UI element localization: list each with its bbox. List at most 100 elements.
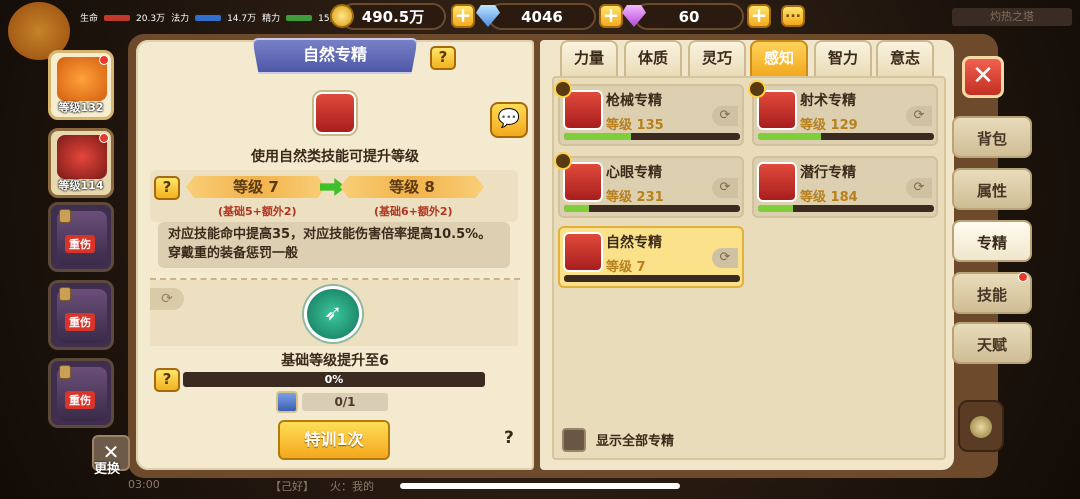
crown-icon bbox=[748, 80, 766, 98]
info-question-icon[interactable]: ? bbox=[504, 428, 514, 448]
game-scene: 生命 20.3万 法力 14.7万 精力 15家 490.5万 + 4046 + 60… bbox=[0, 0, 1080, 499]
injured-tag: 重伤 bbox=[65, 391, 95, 409]
tab-1[interactable]: 体质 bbox=[624, 40, 682, 76]
spec-progress-fill bbox=[564, 133, 631, 140]
spec-name: 射术专精 bbox=[800, 93, 856, 109]
side-tab-label: 技能 bbox=[976, 286, 1007, 304]
spec-level: 等级 7 bbox=[606, 260, 646, 275]
crown-icon bbox=[554, 80, 572, 98]
add-diamond-button[interactable]: + bbox=[599, 4, 623, 28]
help-button[interactable]: ? bbox=[430, 46, 456, 70]
spec-card[interactable]: 潜行专精 等级 184 ⟳ bbox=[752, 156, 938, 218]
locked-hero-card-1[interactable]: 重伤 bbox=[48, 202, 114, 272]
bottom-time: 03:00 bbox=[128, 478, 160, 491]
side-tab-label: 天赋 bbox=[976, 336, 1007, 354]
hero-level: 等级132 bbox=[58, 101, 104, 114]
spec-card[interactable]: 自然专精等级 7 ⟳ bbox=[558, 226, 744, 288]
spec-description: 对应技能命中提高35，对应技能伤害倍率提高10.5%。穿戴重的装备惩罚一般 bbox=[158, 222, 510, 268]
refresh-icon[interactable]: ⟳ bbox=[712, 106, 738, 126]
mp-bar bbox=[195, 14, 222, 21]
training-manual-icon bbox=[276, 391, 298, 413]
stamina-label: 精力 bbox=[262, 14, 281, 24]
crown-icon bbox=[554, 152, 572, 170]
bottom-status: 【己好】 bbox=[270, 480, 314, 493]
spec-hint: 使用自然类技能可提升等级 bbox=[251, 149, 419, 165]
spec-icon bbox=[563, 162, 603, 202]
base-upgrade-text: 基础等级提升至6 bbox=[281, 353, 389, 369]
notification-dot bbox=[99, 133, 109, 143]
close-icon[interactable]: ✕ bbox=[962, 56, 1004, 98]
hp-bar bbox=[104, 14, 131, 21]
gold-counter: 490.5万 bbox=[330, 3, 446, 30]
refresh-icon[interactable]: ⟳ bbox=[906, 106, 932, 126]
refresh-icon[interactable]: ⟳ bbox=[712, 248, 738, 268]
side-tab-2[interactable]: 专精 bbox=[952, 220, 1032, 262]
spec-card[interactable]: 枪械专精 等级 135 ⟳ bbox=[554, 80, 744, 146]
hero-level: 等级114 bbox=[58, 179, 104, 192]
refresh-icon[interactable]: ⟳ bbox=[906, 178, 932, 198]
gem-value: 60 bbox=[678, 7, 700, 26]
side-tab-label: 专精 bbox=[976, 234, 1007, 252]
spec-level: 等级 231 bbox=[606, 190, 664, 205]
mp-value: 14.7万 bbox=[227, 14, 257, 24]
refresh-icon[interactable]: ⟳ bbox=[150, 288, 184, 310]
side-tab-1[interactable]: 属性 bbox=[952, 168, 1032, 210]
spec-progress-bar bbox=[758, 205, 934, 212]
lock-icon bbox=[59, 287, 71, 301]
hero-card-1[interactable]: 等级132 bbox=[48, 50, 114, 120]
tab-3[interactable]: 感知 bbox=[750, 40, 808, 76]
spec-icon bbox=[563, 232, 603, 272]
level-help-button[interactable]: ? bbox=[154, 176, 180, 200]
refresh-icon[interactable]: ⟳ bbox=[712, 178, 738, 198]
hud-stats: 生命 20.3万 法力 14.7万 精力 15家 bbox=[80, 11, 339, 24]
show-all-checkbox[interactable] bbox=[562, 428, 586, 452]
tab-2[interactable]: 灵巧 bbox=[688, 40, 746, 76]
next-level: 等级 8 bbox=[340, 176, 484, 198]
add-gem-button[interactable]: + bbox=[747, 4, 771, 28]
side-tab-3[interactable]: 技能 bbox=[952, 272, 1032, 314]
spec-progress-fill bbox=[758, 205, 794, 212]
purple-gem-icon bbox=[622, 5, 646, 27]
tab-0[interactable]: 力量 bbox=[560, 40, 618, 76]
spec-name: 潜行专精 bbox=[800, 165, 856, 181]
tower-title: 灼热之塔 bbox=[952, 8, 1072, 26]
gold-coin-icon bbox=[330, 4, 354, 28]
hero-card-2[interactable]: 等级114 bbox=[48, 128, 114, 198]
training-cost: 0/1 bbox=[302, 393, 388, 411]
more-menu-button[interactable]: ... bbox=[781, 5, 805, 27]
upgrade-help-button[interactable]: ? bbox=[154, 368, 180, 392]
pumpkin-hero-portrait bbox=[57, 57, 107, 101]
notification-dot bbox=[1018, 272, 1028, 282]
side-tab-0[interactable]: 背包 bbox=[952, 116, 1032, 158]
side-tab-4[interactable]: 天赋 bbox=[952, 322, 1032, 364]
spec-card[interactable]: 射术专精 等级 129 ⟳ bbox=[748, 80, 938, 146]
diamond-counter: 4046 bbox=[476, 3, 596, 30]
spec-card[interactable]: 心眼专精 等级 231 ⟳ bbox=[554, 152, 744, 218]
tab-4[interactable]: 智力 bbox=[814, 40, 872, 76]
stamina-bar bbox=[286, 14, 313, 21]
add-gold-button[interactable]: + bbox=[451, 4, 475, 28]
spec-icon bbox=[757, 162, 797, 202]
hp-label: 生命 bbox=[80, 14, 99, 24]
notification-dot bbox=[99, 55, 109, 65]
locked-hero-card-2[interactable]: 重伤 bbox=[48, 280, 114, 350]
chat-icon[interactable]: 💬 bbox=[490, 102, 528, 138]
train-once-button[interactable]: 特训1次 bbox=[278, 420, 390, 460]
locked-hero-card-3[interactable]: 重伤 bbox=[48, 358, 114, 428]
side-tab-label: 属性 bbox=[976, 182, 1007, 200]
gold-value: 490.5万 bbox=[361, 8, 425, 26]
home-indicator[interactable] bbox=[400, 483, 680, 489]
spec-name: 自然专精 bbox=[606, 235, 662, 251]
nature-skill-icon[interactable]: ➶ bbox=[304, 286, 362, 342]
spec-progress-fill bbox=[564, 205, 589, 212]
injured-tag: 重伤 bbox=[65, 235, 95, 253]
spec-progress-bar bbox=[564, 133, 740, 140]
clasp-knob bbox=[970, 416, 992, 438]
spec-name: 枪械专精 bbox=[606, 93, 662, 109]
side-tab-label: 背包 bbox=[976, 130, 1007, 148]
tab-5[interactable]: 意志 bbox=[876, 40, 934, 76]
spec-progress-bar bbox=[564, 275, 740, 282]
hp-value: 20.3万 bbox=[136, 14, 166, 24]
current-level-breakdown: (基础5+额外2) bbox=[218, 205, 297, 218]
nature-spec-icon bbox=[314, 92, 356, 134]
